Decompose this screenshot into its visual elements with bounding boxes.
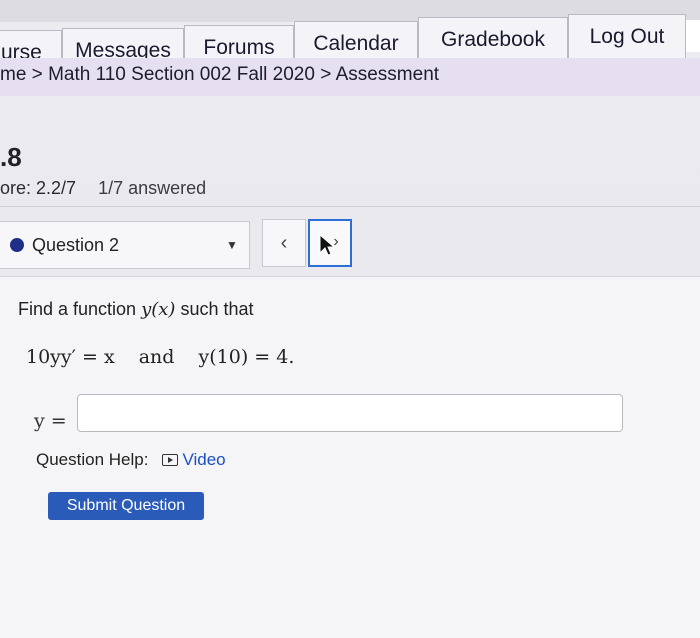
score-line: ore: 2.2/7 1/7 answered — [0, 178, 206, 199]
breadcrumb-current: Assessment — [335, 64, 440, 85]
prompt-math: y(x) — [141, 299, 176, 320]
question-select[interactable]: Question 2 ▼ — [0, 221, 250, 269]
breadcrumb: me > Math 110 Section 002 Fall 2020 > As… — [0, 64, 439, 86]
question-select-label: Question 2 — [32, 235, 120, 255]
prompt-text: Find a function — [18, 299, 142, 319]
tab-gradebook[interactable]: Gradebook — [418, 17, 568, 61]
chevron-left-icon: ‹ — [280, 232, 288, 254]
breadcrumb-home[interactable]: me — [0, 64, 26, 85]
nav-edge — [686, 20, 700, 52]
question-prompt: Find a function y(x) such that — [18, 299, 254, 320]
answer-label: y = — [34, 410, 67, 432]
question-help: Question Help: Video — [36, 450, 226, 470]
breadcrumb-separator: > — [314, 64, 336, 85]
breadcrumb-course[interactable]: Math 110 Section 002 Fall 2020 — [48, 64, 315, 85]
equation-and: and — [138, 346, 175, 368]
equation-left: 10yy′ = x — [26, 346, 115, 368]
score-text: ore: 2.2/7 — [0, 178, 77, 198]
submit-question-button[interactable]: Submit Question — [48, 492, 204, 520]
caret-down-icon: ▼ — [226, 238, 238, 252]
video-icon — [162, 454, 179, 466]
breadcrumb-separator: > — [26, 64, 49, 85]
question-status-dot-icon — [10, 238, 24, 252]
equation-right: y(10) = 4. — [198, 346, 295, 368]
previous-question-button[interactable]: ‹ — [262, 219, 306, 267]
answer-input[interactable] — [77, 394, 623, 432]
answered-count: 1/7 answered — [98, 178, 207, 198]
mouse-cursor-icon — [319, 233, 336, 256]
prompt-text-end: such that — [175, 299, 254, 319]
main-nav: urse Messages Forums Calendar Gradebook … — [0, 14, 700, 74]
question-equation: 10yy′ = x and y(10) = 4. — [26, 346, 294, 368]
question-help-label: Question Help: — [36, 450, 149, 469]
assessment-number: .8 — [0, 142, 22, 172]
video-link[interactable]: Video — [182, 450, 225, 469]
tab-logout[interactable]: Log Out — [568, 14, 686, 58]
divider — [0, 206, 700, 207]
